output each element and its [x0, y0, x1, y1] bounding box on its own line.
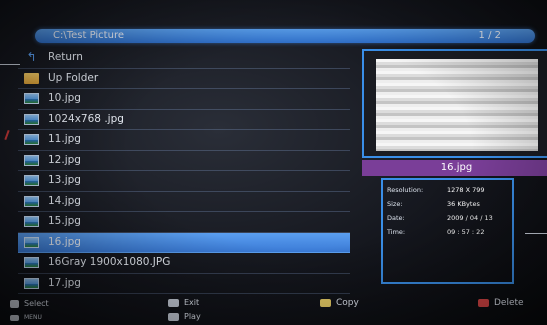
- copy-hint[interactable]: Copy: [320, 298, 359, 308]
- list-item[interactable]: 1024x768 .jpg: [18, 110, 350, 130]
- updown-icon: [10, 299, 19, 308]
- info-key: Date:: [387, 214, 405, 222]
- image-file-icon: [24, 236, 39, 248]
- list-item-label: Up Folder: [48, 71, 99, 84]
- image-file-icon: [24, 257, 39, 268]
- image-file-icon: [24, 277, 39, 289]
- list-item-label: 16.jpg: [48, 235, 81, 248]
- list-item-label: 15.jpg: [48, 215, 81, 227]
- pointer-line-left: [0, 64, 20, 65]
- menu-label: MENU: [24, 314, 42, 321]
- list-item[interactable]: 13.jpg: [18, 171, 350, 192]
- play-label: Play: [184, 312, 201, 321]
- image-file-icon: [24, 154, 39, 166]
- image-preview: [362, 49, 547, 158]
- list-item-label: 12.jpg: [48, 153, 81, 166]
- file-list: ↰ Return Up Folder 10.jpg 1024x768 .jpg …: [18, 48, 350, 294]
- info-value: 09 : 57 : 22: [447, 228, 485, 236]
- image-file-icon: [24, 93, 39, 104]
- list-item[interactable]: 16Gray 1900x1080.JPG: [18, 253, 350, 274]
- title-bar: C:\Test Picture 1 / 2: [35, 29, 535, 43]
- list-item-label: 17.jpg: [48, 276, 81, 289]
- delete-hint[interactable]: Delete: [478, 298, 524, 308]
- info-value: 2009 / 04 / 13: [447, 214, 493, 222]
- return-arrow-icon: ↰: [26, 50, 37, 64]
- menu-key-icon: [10, 314, 19, 321]
- current-path: C:\Test Picture: [53, 30, 124, 41]
- select-hint[interactable]: Select: [10, 299, 49, 309]
- list-item-label: 16Gray 1900x1080.JPG: [48, 256, 171, 268]
- file-info-panel: Resolution: 1278 X 799 Size: 36 KBytes D…: [381, 178, 514, 284]
- list-item[interactable]: 12.jpg: [18, 151, 350, 171]
- image-file-icon: [24, 113, 39, 125]
- info-key: Time:: [387, 228, 406, 236]
- list-item-label: 14.jpg: [48, 194, 81, 207]
- list-item-label: Return: [48, 51, 83, 63]
- preview-thumbnail: [376, 59, 538, 151]
- select-label: Select: [24, 299, 49, 308]
- exit-key-icon: [168, 298, 179, 307]
- list-item[interactable]: 15.jpg: [18, 212, 350, 233]
- list-item-label: 1024x768 .jpg: [48, 112, 124, 125]
- info-value: 1278 X 799: [447, 186, 485, 194]
- play-key-icon: [168, 312, 179, 321]
- menu-hint[interactable]: MENU: [10, 313, 42, 323]
- footer-hints: Select MENU Exit Play Copy Delete: [0, 294, 547, 325]
- list-item-label: 10.jpg: [48, 92, 81, 104]
- copy-label: Copy: [336, 298, 359, 308]
- list-item[interactable]: 10.jpg: [18, 89, 350, 110]
- folder-icon: [24, 72, 39, 84]
- page-indicator: 1 / 2: [478, 30, 501, 41]
- play-hint[interactable]: Play: [168, 312, 201, 322]
- info-key: Size:: [387, 200, 403, 208]
- list-item[interactable]: 11.jpg: [18, 130, 350, 151]
- delete-label: Delete: [494, 298, 524, 308]
- red-marker: [4, 129, 10, 141]
- list-item-return[interactable]: ↰ Return: [18, 48, 350, 69]
- image-file-icon: [24, 175, 39, 186]
- list-item-label: 13.jpg: [48, 174, 81, 186]
- list-item[interactable]: 17.jpg: [18, 274, 350, 294]
- info-key: Resolution:: [387, 186, 424, 194]
- list-item-label: 11.jpg: [48, 133, 81, 145]
- image-file-icon: [24, 216, 39, 227]
- yellow-key-icon: [320, 298, 331, 307]
- red-key-icon: [478, 298, 489, 307]
- preview-caption: 16.jpg: [362, 160, 547, 176]
- list-item-up-folder[interactable]: Up Folder: [18, 69, 350, 89]
- list-item[interactable]: 14.jpg: [18, 192, 350, 212]
- exit-hint[interactable]: Exit: [168, 298, 199, 308]
- image-file-icon: [24, 134, 39, 145]
- file-browser-screen: C:\Test Picture 1 / 2 ↰ Return Up Folder…: [0, 0, 547, 325]
- exit-label: Exit: [184, 298, 200, 307]
- list-item-selected[interactable]: 16.jpg: [18, 232, 350, 253]
- image-file-icon: [24, 195, 39, 207]
- pointer-line-right: [525, 233, 547, 234]
- info-value: 36 KBytes: [447, 200, 480, 208]
